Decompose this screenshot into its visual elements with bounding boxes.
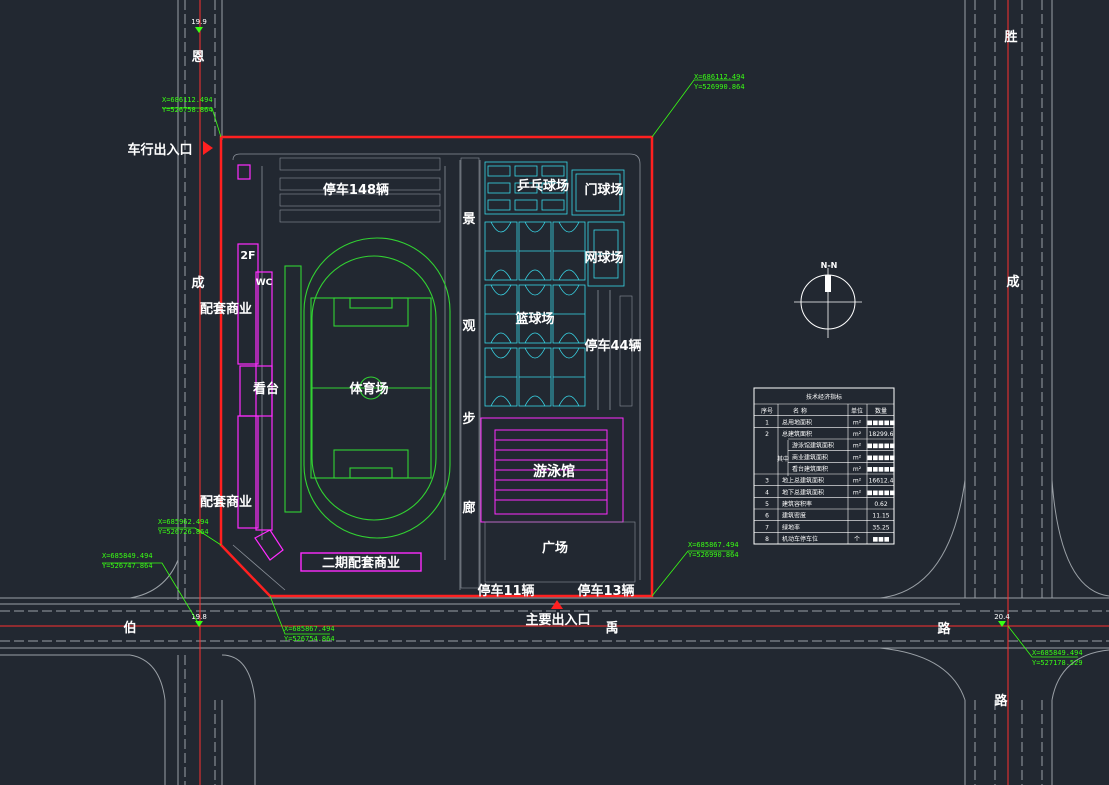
table-cell-qty: ■■■■■: [867, 466, 896, 473]
table-cell-no: 6: [765, 513, 769, 520]
coord-c1-y: Y=526758.864: [162, 106, 213, 114]
coord-c7-x: X=685849.494: [1032, 649, 1083, 657]
table-cell-unit: m²: [853, 466, 862, 473]
north-arrow-label: N-N: [821, 261, 838, 270]
table-cell-name: 总用地面积: [782, 418, 812, 426]
table-cell-qty: ■■■■■: [867, 454, 896, 461]
table-cell-qty: ■■■■■: [867, 443, 896, 450]
table-cell-unit: m²: [853, 489, 862, 496]
table-cell-qty: 18299.6: [869, 431, 894, 438]
table-cell-unit: m²: [853, 443, 862, 450]
stadium-label: 体育场: [349, 381, 388, 397]
coord-c2-x: X=686112.494: [694, 73, 745, 81]
table-header-no: 序号: [761, 407, 773, 415]
parking-11-label: 停车11辆: [477, 583, 534, 599]
basketball-label: 篮球场: [514, 311, 554, 327]
stand-label: 看台: [253, 381, 279, 397]
table-header-name: 名 称: [793, 407, 807, 415]
commercial-upper-label: 配套商业: [200, 301, 252, 317]
coord-c1-x: X=686112.494: [162, 96, 213, 104]
vehicle-entrance-label: 车行出入口: [127, 142, 192, 158]
table-cell-name: 地下总建筑面积: [782, 488, 824, 496]
road-name-bottom-2: 禹: [605, 620, 618, 636]
table-title: 技术经济指标: [806, 393, 842, 401]
tennis-label: 网球场: [584, 250, 623, 266]
table-cell-qty: ■■■■■: [867, 489, 896, 496]
table-header-qty: 数量: [875, 407, 887, 415]
table-cell-name: 商业建筑面积: [792, 453, 828, 461]
road-name-right-mid: 成: [1006, 274, 1019, 290]
table-group-label: 其中: [777, 455, 789, 463]
coord-c4-x: X=685849.494: [102, 552, 153, 560]
promenade-char-1: 景: [462, 212, 475, 227]
table-cell-qty: 0.62: [874, 501, 888, 508]
table-cell-name: 机动车停车位: [782, 535, 818, 543]
table-cell-no: 2: [765, 431, 769, 438]
promenade-char-4: 廊: [462, 500, 475, 516]
table-cell-no: 8: [765, 536, 769, 543]
coord-c5-x: X=685867.494: [284, 625, 335, 633]
swimming-label: 游泳馆: [533, 463, 575, 480]
phase2-commercial-label: 二期配套商业: [322, 555, 400, 571]
two-f-label: 2F: [240, 249, 255, 262]
promenade-char-2: 观: [462, 319, 475, 334]
parking-148-label: 停车148辆: [323, 182, 389, 198]
table-cell-qty: ■■■■■: [867, 419, 896, 426]
table-header-unit: 单位: [851, 407, 863, 415]
table-cell-no: 7: [765, 524, 769, 531]
table-tennis-label: 乒乓球场: [517, 178, 569, 194]
road-name-bottom-1: 伯: [123, 620, 136, 636]
commercial-lower-label: 配套商业: [200, 494, 252, 510]
coord-c7-y: Y=527178.529: [1032, 659, 1083, 667]
gate-court-label: 门球场: [584, 182, 623, 198]
road-name-right-top: 胜: [1004, 30, 1017, 45]
table-cell-no: 4: [765, 489, 769, 496]
parking-44-label: 停车44辆: [584, 338, 641, 354]
table-cell-name: 总建筑面积: [782, 430, 812, 438]
table-cell-no: 5: [765, 501, 769, 508]
table-cell-unit: m²: [853, 431, 862, 438]
table-cell-unit: m²: [853, 419, 862, 426]
table-cell-unit: m²: [853, 454, 862, 461]
coord-c6-x: X=685867.494: [688, 541, 739, 549]
road-name-left-mid: 成: [191, 275, 204, 291]
road-name-left-top: 恩: [191, 50, 204, 65]
elevation-bottom-right: 20.4: [994, 613, 1010, 621]
table-cell-qty: ■■■: [872, 536, 889, 543]
wc-label: WC: [256, 278, 273, 288]
coord-c3-x: X=685962.494: [158, 518, 209, 526]
road-name-right-bottom: 路: [994, 693, 1008, 709]
parking-13-label: 停车13辆: [577, 583, 634, 599]
table-cell-name: 建筑容积率: [782, 500, 812, 508]
road-name-bottom-3: 路: [937, 621, 951, 637]
cad-site-plan-canvas[interactable]: 停车148辆 景 观 步 廊 体育场 2F WC 配套商业 看台 配套商业 二期…: [0, 0, 1109, 785]
table-cell-unit: m²: [853, 478, 862, 485]
table-cell-name: 地上总建筑面积: [782, 477, 824, 485]
elevation-top: 19.9: [191, 18, 207, 26]
table-cell-name: 绿地率: [782, 523, 800, 531]
table-cell-no: 3: [765, 478, 769, 485]
table-cell-name: 建筑密度: [782, 512, 806, 520]
table-cell-qty: 35.25: [872, 524, 889, 531]
table-cell-qty: 16612.4: [869, 478, 894, 485]
coord-c3-y: Y=526726.864: [158, 528, 209, 536]
main-entrance-label: 主要出入口: [525, 612, 590, 628]
table-cell-name: 看台建筑面积: [792, 465, 828, 473]
table-cell-qty: 11.15: [872, 513, 889, 520]
table-cell-unit: 个: [854, 536, 860, 543]
coord-c2-y: Y=526990.864: [694, 83, 745, 91]
coord-c4-y: Y=526747.864: [102, 562, 153, 570]
table-cell-name: 游泳馆建筑面积: [792, 442, 834, 450]
coord-c5-y: Y=526754.864: [284, 635, 335, 643]
promenade-char-3: 步: [462, 411, 475, 427]
coord-c6-y: Y=526990.864: [688, 551, 739, 559]
elevation-bottom-left: 19.8: [191, 613, 207, 621]
canvas-background: [0, 0, 1109, 785]
table-cell-no: 1: [765, 419, 769, 426]
plaza-label: 广场: [542, 540, 568, 556]
